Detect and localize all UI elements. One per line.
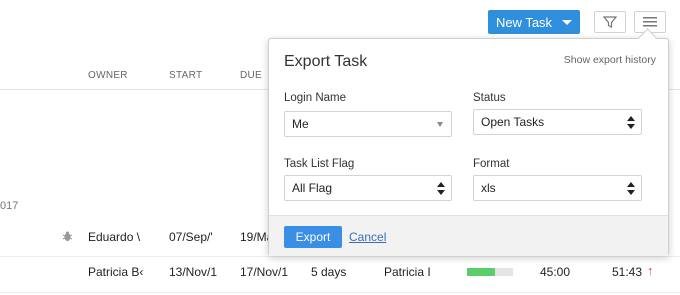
row-due: 17/Nov/1: [240, 265, 289, 279]
row-divider: [0, 292, 680, 293]
export-button[interactable]: Export: [284, 226, 342, 248]
caret-down-icon: [437, 122, 443, 127]
updown-arrows-icon: [627, 182, 635, 195]
new-task-button[interactable]: New Task: [488, 10, 580, 34]
table-row[interactable]: Patricia B‹ 13/Nov/1 17/Nov/1 5 days Pat…: [0, 258, 680, 288]
cancel-link[interactable]: Cancel: [349, 230, 386, 244]
row-time-logged: 45:00: [540, 265, 571, 279]
format-label: Format: [473, 158, 510, 170]
row-start: 07/Sep/': [169, 230, 213, 244]
popup-title: Export Task: [284, 53, 368, 70]
task-list-flag-select[interactable]: All Flag: [284, 175, 452, 201]
login-name-label: Login Name: [284, 92, 347, 104]
chevron-down-icon: [562, 19, 573, 25]
export-task-popup: Export Task Show export history Login Na…: [268, 38, 669, 256]
col-header-due[interactable]: DUE: [240, 70, 262, 81]
menu-icon: [643, 17, 657, 27]
format-value: xls: [481, 181, 496, 195]
row-duration: 5 days: [311, 265, 347, 279]
popup-footer: Export Cancel: [269, 215, 668, 256]
status-label: Status: [473, 92, 506, 104]
row-time-total: 51:43: [612, 265, 643, 279]
format-select[interactable]: xls: [473, 175, 642, 201]
status-select[interactable]: Open Tasks: [473, 109, 642, 135]
col-header-start[interactable]: START: [169, 70, 202, 81]
filter-button[interactable]: [594, 11, 626, 33]
task-list-flag-label: Task List Flag: [284, 158, 355, 170]
login-name-select[interactable]: Me: [284, 111, 452, 137]
status-value: Open Tasks: [481, 115, 545, 129]
login-name-value: Me: [292, 117, 309, 131]
new-task-label: New Task: [495, 14, 553, 30]
filter-icon: [603, 16, 617, 28]
bug-icon: [62, 231, 73, 241]
arrow-up-icon: ↑: [647, 263, 654, 278]
group-year-label: 017: [0, 200, 19, 212]
col-header-owner[interactable]: OWNER: [88, 70, 128, 81]
task-list-flag-value: All Flag: [292, 181, 333, 195]
row-start: 13/Nov/1: [169, 265, 218, 279]
row-owner: Patricia B‹: [88, 265, 144, 279]
menu-button[interactable]: [634, 11, 666, 33]
updown-arrows-icon: [627, 116, 635, 129]
row-divider: [0, 256, 680, 257]
show-export-history-link[interactable]: Show export history: [564, 54, 656, 66]
progress-fill: [467, 268, 495, 276]
row-owner: Eduardo \: [88, 230, 141, 244]
row-due: 19/Ma: [240, 230, 270, 244]
updown-arrows-icon: [437, 182, 445, 195]
row-assignee: Patricia I: [384, 265, 431, 279]
progress-bar: [467, 268, 513, 276]
